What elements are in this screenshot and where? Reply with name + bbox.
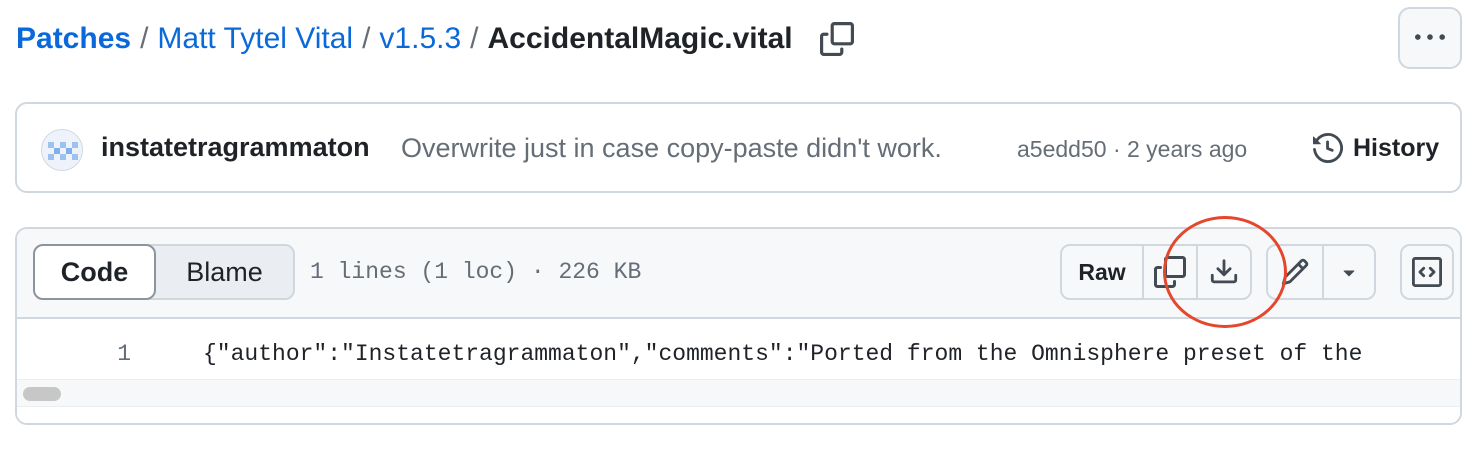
file-info: 1 lines (1 loc) · 226 KB [310, 259, 642, 285]
file-header: Code Blame 1 lines (1 loc) · 226 KB Raw [17, 229, 1460, 319]
breadcrumb-link-folder[interactable]: Matt Tytel Vital [157, 22, 353, 56]
triangle-down-icon [1343, 270, 1355, 277]
copy-icon [819, 22, 854, 56]
code-area: 1 {"author":"Instatetragrammaton","comme… [17, 319, 1460, 423]
code-line: {"author":"Instatetragrammaton","comment… [203, 341, 1363, 367]
edit-file-button[interactable] [1268, 246, 1322, 298]
commit-time: 2 years ago [1127, 136, 1248, 162]
commit-meta: a5edd50 · 2 years ago [1017, 136, 1247, 163]
horizontal-scrollbar[interactable] [17, 379, 1460, 407]
breadcrumb-current-file: AccidentalMagic.vital [487, 22, 793, 55]
breadcrumb: Patches / Matt Tytel Vital / v1.5.3 / Ac… [16, 18, 855, 60]
more-options-button[interactable] [1398, 7, 1462, 69]
history-label: History [1353, 133, 1440, 162]
tab-blame[interactable]: Blame [156, 246, 293, 298]
pencil-icon [1281, 258, 1309, 286]
commit-author-link[interactable]: instatetragrammaton [101, 132, 370, 163]
line-number[interactable]: 1 [77, 341, 131, 367]
raw-button[interactable]: Raw [1062, 246, 1142, 298]
copy-raw-button[interactable] [1142, 246, 1196, 298]
latest-commit-bar: instatetragrammaton Overwrite just in ca… [15, 102, 1462, 193]
avatar[interactable] [41, 129, 83, 171]
symbols-panel-button[interactable] [1400, 244, 1454, 300]
tab-code[interactable]: Code [33, 244, 157, 300]
history-icon [1313, 133, 1343, 163]
code-square-icon [1412, 257, 1442, 287]
breadcrumb-link-version[interactable]: v1.5.3 [379, 22, 461, 56]
scrollbar-thumb[interactable] [23, 387, 61, 401]
breadcrumb-link-patches[interactable]: Patches [16, 22, 131, 56]
edit-actions-group [1266, 244, 1376, 300]
raw-actions-group: Raw [1060, 244, 1252, 300]
breadcrumb-separator: / [470, 22, 479, 55]
copy-path-button[interactable] [819, 21, 855, 57]
breadcrumb-separator: / [362, 22, 371, 55]
view-toggle: Code Blame [33, 244, 295, 300]
download-raw-button[interactable] [1196, 246, 1250, 298]
file-viewer: Code Blame 1 lines (1 loc) · 226 KB Raw [15, 227, 1462, 425]
copy-icon [1154, 256, 1186, 288]
history-button[interactable]: History [1297, 122, 1455, 174]
commit-sha-link[interactable]: a5edd50 [1017, 136, 1107, 162]
breadcrumb-separator: / [140, 22, 149, 55]
commit-message-link[interactable]: Overwrite just in case copy-paste didn't… [401, 133, 942, 164]
edit-dropdown-button[interactable] [1322, 246, 1374, 298]
kebab-horizontal-icon [1415, 34, 1445, 40]
download-icon [1210, 259, 1238, 284]
meta-separator: · [1112, 136, 1121, 162]
